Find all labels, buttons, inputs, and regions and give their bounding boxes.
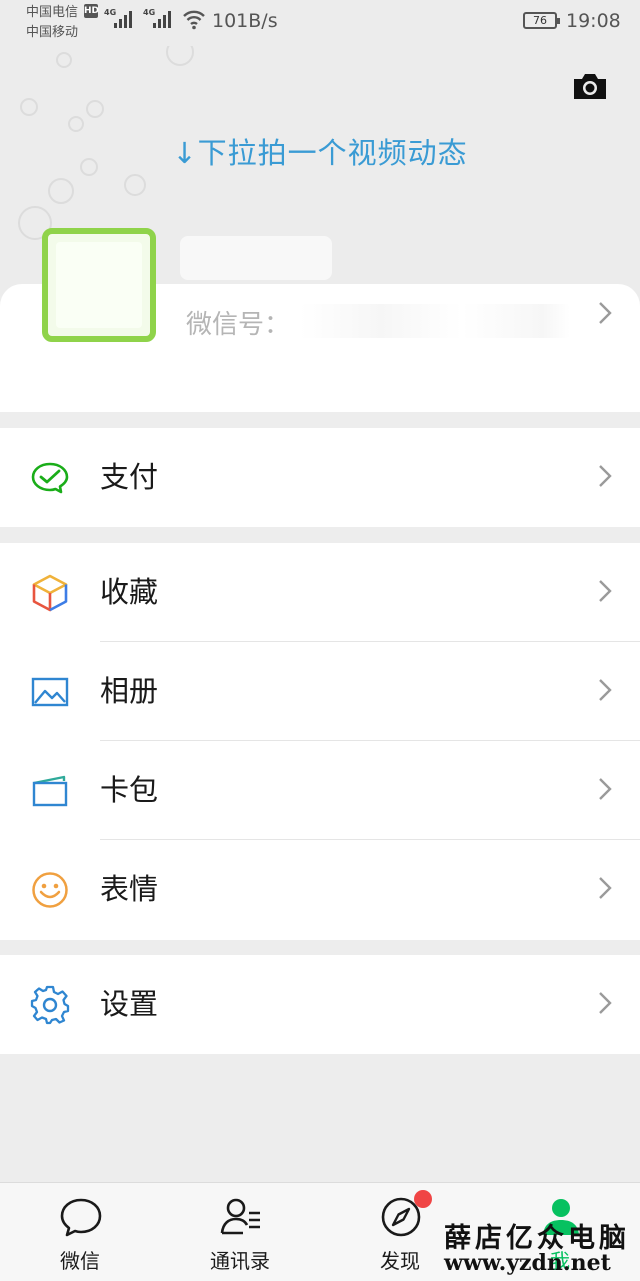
menu-item-label: 支付 — [100, 460, 159, 494]
menu-item-label: 收藏 — [100, 575, 159, 609]
menu-item-pay[interactable]: 支付 — [0, 428, 640, 527]
hd-badge: HD — [84, 4, 100, 18]
tab-chats[interactable]: 微信 — [0, 1183, 160, 1281]
bubble-decor — [86, 100, 104, 118]
menu-item-label: 设置 — [100, 987, 159, 1021]
wechat-id-label: 微信号： — [186, 310, 291, 340]
menu-item-album[interactable]: 相册 — [0, 642, 640, 741]
contacts-icon — [220, 1198, 260, 1235]
tab-label: 通讯录 — [210, 1249, 270, 1273]
camera-icon[interactable] — [572, 71, 608, 101]
status-bar: 中国电信 HD 中国移动 4G 4G 101B/s 76 19:08 — [0, 0, 640, 46]
card-wallet-icon — [32, 775, 68, 807]
tab-label: 微信 — [60, 1249, 100, 1273]
settings-group: 设置 — [0, 955, 640, 1054]
album-icon — [31, 677, 69, 707]
bubble-decor — [48, 178, 74, 204]
bubble-decor — [124, 174, 146, 196]
chevron-right-icon — [599, 465, 612, 487]
bubble-decor — [20, 98, 38, 116]
gear-icon — [30, 985, 70, 1025]
avatar[interactable] — [42, 228, 156, 342]
chevron-right-icon — [599, 778, 612, 800]
favorites-cube-icon — [32, 574, 68, 612]
tab-contacts[interactable]: 通讯录 — [160, 1183, 320, 1281]
net-speed: 101B/s — [212, 10, 278, 32]
wifi-icon — [183, 10, 205, 30]
chevron-right-icon — [599, 992, 612, 1014]
chat-bubble-icon — [60, 1198, 102, 1237]
pay-group: 支付 — [0, 428, 640, 527]
menu-item-favorites[interactable]: 收藏 — [0, 543, 640, 642]
wechat-pay-icon — [31, 462, 69, 494]
bubble-decor — [56, 52, 72, 68]
menu-item-label: 卡包 — [100, 773, 159, 807]
menu-item-label: 相册 — [100, 674, 159, 708]
carrier-2: 中国移动 — [26, 25, 79, 40]
menu-item-cards[interactable]: 卡包 — [0, 741, 640, 840]
pull-to-record-hint: ↓下拉拍一个视频动态 — [172, 136, 468, 170]
clock: 19:08 — [566, 10, 621, 32]
chevron-right-icon — [599, 679, 612, 701]
watermark-url: www.yzdn.net — [444, 1250, 611, 1276]
menu-item-stickers[interactable]: 表情 — [0, 840, 640, 939]
nickname-redacted — [180, 236, 332, 280]
chevron-right-icon[interactable] — [597, 300, 613, 326]
notification-dot — [414, 1190, 432, 1208]
bubble-decor — [166, 46, 194, 66]
menu-item-label: 表情 — [100, 872, 159, 906]
menu-item-settings[interactable]: 设置 — [0, 955, 640, 1054]
wechat-id-redacted — [300, 304, 570, 338]
chevron-right-icon — [599, 580, 612, 602]
carrier-1: 中国电信 — [26, 5, 79, 20]
chevron-right-icon — [599, 877, 612, 899]
services-group: 收藏 相册 卡包 表情 — [0, 543, 640, 940]
smiley-icon — [32, 872, 68, 908]
battery-icon: 76 — [523, 12, 560, 29]
